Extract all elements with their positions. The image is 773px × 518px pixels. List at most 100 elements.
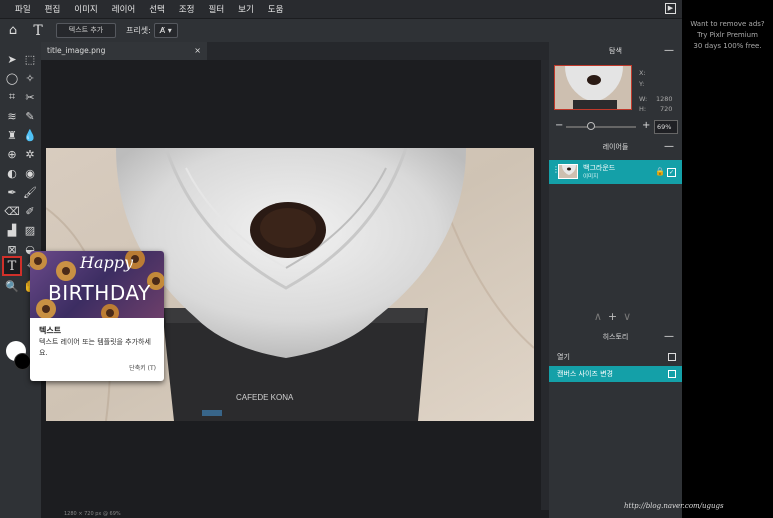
tooltip-birthday-text: BIRTHDAY <box>48 281 151 305</box>
layers-title: 레이어들 <box>602 143 629 151</box>
sharpen-tool-icon[interactable]: ◉ <box>22 165 38 181</box>
menu-select[interactable]: 선택 <box>142 3 172 15</box>
heal-tool-icon[interactable]: ✎ <box>22 108 38 124</box>
zoom-in-icon[interactable]: + <box>642 120 650 131</box>
layers-header: 레이어들 — <box>549 138 682 156</box>
zoom-out-icon[interactable]: − <box>555 120 563 131</box>
clone-stamp-icon[interactable]: ♜ <box>4 127 20 143</box>
liquify-tool-icon[interactable]: ≋ <box>4 108 20 124</box>
status-bar: 1280 × 720 px @ 69% <box>41 510 549 518</box>
background-color-swatch[interactable] <box>14 353 31 370</box>
fill-tool-icon[interactable]: ▟ <box>4 222 20 238</box>
close-tab-icon[interactable]: × <box>194 42 201 60</box>
history-document-icon <box>668 370 676 378</box>
document-tab[interactable]: title_image.png × <box>41 42 207 60</box>
document-tabbar: title_image.png × <box>41 42 549 60</box>
menu-filter[interactable]: 필터 <box>202 3 232 15</box>
svg-text:CAFEDE KONA: CAFEDE KONA <box>236 393 294 402</box>
ad-line-3: 30 days 100% free. <box>693 42 762 50</box>
navigator-title: 탐색 <box>609 47 622 55</box>
zoom-slider-thumb[interactable] <box>587 122 596 130</box>
cursor-y-label: Y: <box>639 80 645 88</box>
text-tool-icon: T <box>33 22 43 39</box>
tooltip-title: 텍스트 <box>39 326 62 335</box>
history-item-label: 캔버스 사이즈 변경 <box>557 370 613 378</box>
shape-tool-icon[interactable]: ⊠ <box>4 241 20 257</box>
pen-tool-icon[interactable]: ✒ <box>4 184 20 200</box>
layer-type: 이미지 <box>583 174 599 180</box>
navigator-thumbnail[interactable] <box>554 65 632 110</box>
lock-icon[interactable]: 🔒 <box>655 167 665 176</box>
minimize-navigator-icon[interactable]: — <box>664 42 674 60</box>
preset-dropdown[interactable]: A̸ ▾ <box>153 23 178 38</box>
crop-tool-icon[interactable]: ⌗ <box>4 89 20 105</box>
ad-panel: Want to remove ads? Try Pixlr Premium 30… <box>682 0 773 518</box>
history-document-icon <box>668 353 676 361</box>
navigator-preview <box>555 66 631 109</box>
collapse-panel-icon[interactable]: ▶ <box>665 3 676 14</box>
history-title: 히스토리 <box>602 333 629 341</box>
marquee-tool-icon[interactable]: ⬚ <box>22 51 38 67</box>
blog-watermark: http://blog.naver.com/ugugs <box>624 502 724 510</box>
move-layer-up-icon[interactable]: ∧ <box>594 310 608 323</box>
height-value: 720 <box>660 105 673 113</box>
zoom-slider-track[interactable] <box>566 126 636 128</box>
menu-image[interactable]: 이미지 <box>67 3 104 15</box>
layer-thumbnail-preview <box>559 165 577 178</box>
brush-tool-icon[interactable]: 🖌 <box>22 184 38 200</box>
minimize-history-icon[interactable]: — <box>664 328 674 346</box>
menu-adjust[interactable]: 조정 <box>172 3 202 15</box>
tooltip-happy-text: Happy <box>80 253 134 272</box>
visibility-checkbox[interactable]: ✓ <box>667 168 676 177</box>
tooltip-description: 텍스트 레이어 또는 템플릿을 추가하세요. <box>39 338 151 357</box>
layer-row[interactable]: ⋮ 백그라운드 이미지 🔒 ✓ <box>549 160 682 184</box>
history-item-open[interactable]: 열기 <box>549 349 682 365</box>
history-item-label: 열기 <box>557 353 570 361</box>
options-bar: ⌂ T 텍스트 추가 프리셋: A̸ ▾ <box>0 18 682 42</box>
menu-edit[interactable]: 편집 <box>38 3 68 15</box>
minimize-layers-icon[interactable]: — <box>664 138 674 156</box>
arrange-tool-icon[interactable]: ➤ <box>4 51 20 67</box>
wand-tool-icon[interactable]: ✧ <box>22 70 38 86</box>
cutout-tool-icon[interactable]: ✂ <box>22 89 38 105</box>
layer-thumbnail <box>558 164 578 179</box>
layer-actions: ∧+∨ <box>549 310 682 324</box>
dodge-burn-icon[interactable]: ◐ <box>4 165 20 181</box>
menu-help[interactable]: 도움 <box>261 3 291 15</box>
menu-layer[interactable]: 레이어 <box>105 3 142 15</box>
gradient-tool-icon[interactable]: ▨ <box>22 222 38 238</box>
add-layer-icon[interactable]: + <box>608 310 623 323</box>
preset-label: 프리셋: <box>126 26 151 35</box>
preset-value: A̸ <box>159 26 166 35</box>
ad-text[interactable]: Want to remove ads? Try Pixlr Premium 30… <box>682 19 773 52</box>
history-item-resize-canvas[interactable]: 캔버스 사이즈 변경 <box>549 366 682 382</box>
right-panel: 탐색 — X: Y: W: 1280 H: 720 − + 69% 레이어들 —… <box>549 42 682 518</box>
pencil-tool-icon[interactable]: ✐ <box>22 203 38 219</box>
menu-view[interactable]: 보기 <box>231 3 261 15</box>
height-label: H: <box>639 105 647 113</box>
menu-bar: 파일 편집 이미지 레이어 선택 조정 필터 보기 도움 ▶ <box>0 0 682 18</box>
tooltip-shortcut: 단축키 (T) <box>129 365 156 372</box>
text-tool-button[interactable]: T <box>2 256 22 276</box>
sponge-tool-icon[interactable]: ⊕ <box>4 146 20 162</box>
navigator-header: 탐색 — <box>549 42 682 60</box>
blur-tool-icon[interactable]: 💧 <box>22 127 38 143</box>
tooltip-banner: Happy BIRTHDAY <box>30 251 164 318</box>
width-label: W: <box>639 95 648 103</box>
text-tool-tooltip: Happy BIRTHDAY 텍스트 텍스트 레이어 또는 템플릿을 추가하세요… <box>30 251 164 381</box>
eraser-tool-icon[interactable]: ⌫ <box>4 203 20 219</box>
ad-line-1: Want to remove ads? <box>690 20 765 28</box>
move-layer-down-icon[interactable]: ∨ <box>623 310 637 323</box>
zoom-control: − + 69% <box>554 120 679 134</box>
menu-file[interactable]: 파일 <box>8 3 38 15</box>
home-icon[interactable]: ⌂ <box>0 23 26 38</box>
add-text-button[interactable]: 텍스트 추가 <box>56 23 116 38</box>
color-replace-icon[interactable]: ✲ <box>22 146 38 162</box>
zoom-tool-icon[interactable]: 🔍 <box>4 278 20 294</box>
vertical-scrollbar[interactable] <box>541 60 549 518</box>
history-header: 히스토리 — <box>549 328 682 346</box>
zoom-percent-input[interactable]: 69% <box>654 120 678 134</box>
document-tab-title: title_image.png <box>47 46 106 55</box>
cursor-x-label: X: <box>639 69 646 77</box>
lasso-tool-icon[interactable]: ◯ <box>4 70 20 86</box>
